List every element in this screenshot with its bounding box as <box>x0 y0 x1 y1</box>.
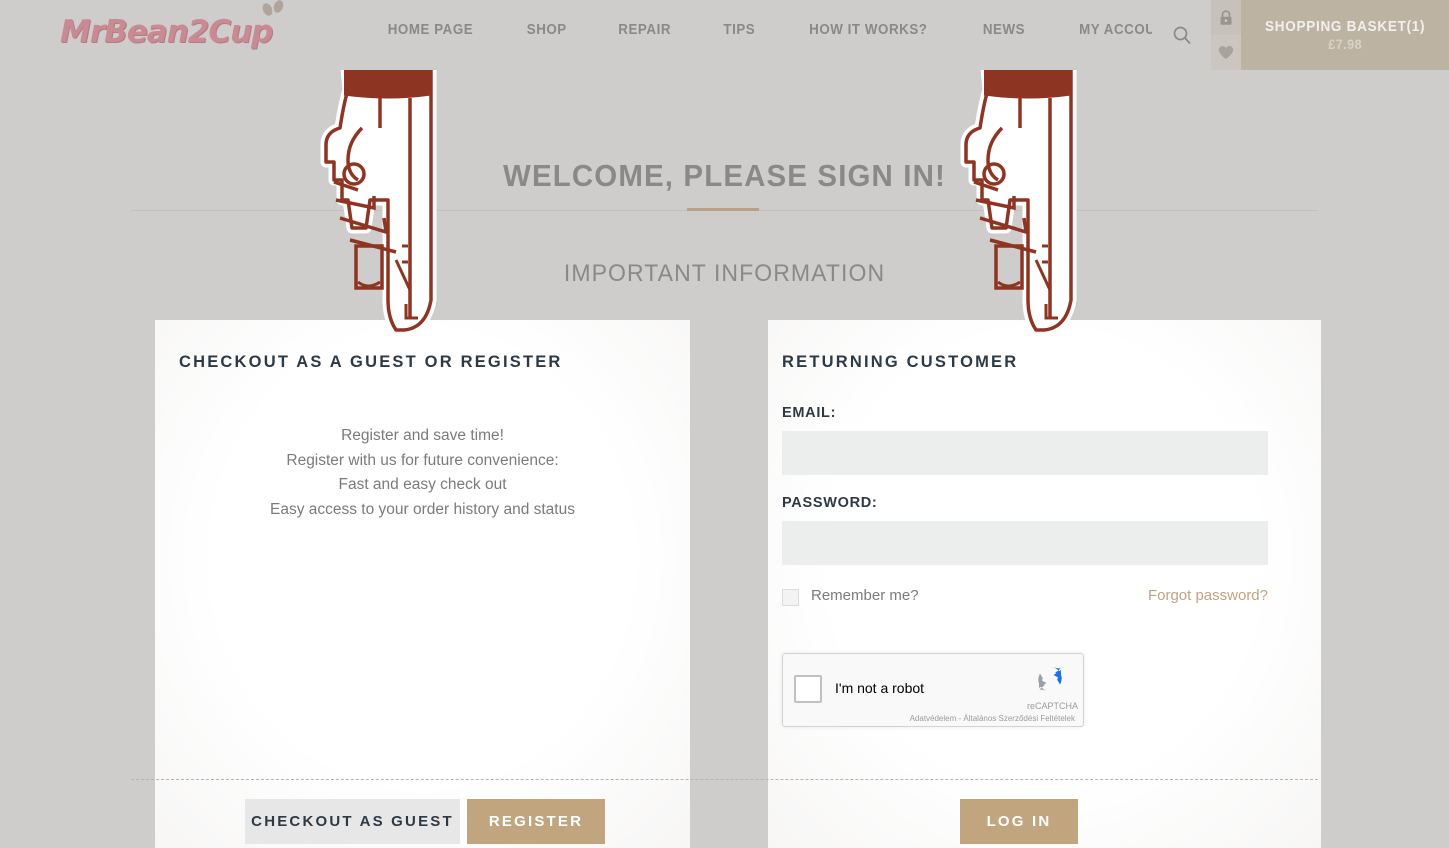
page-subtitle: IMPORTANT INFORMATION <box>563 260 886 287</box>
remember-me-label[interactable]: Remember me? <box>811 587 919 604</box>
recaptcha-widget[interactable]: I'm not a robot reCAPTCHA Adatvédelem - … <box>782 653 1084 727</box>
nav-item-repair[interactable]: REPAIR <box>597 22 694 38</box>
search-button[interactable] <box>1152 0 1211 70</box>
nav-item-home-page[interactable]: HOME PAGE <box>366 22 496 38</box>
decorative-coffee-machine-left <box>318 50 442 340</box>
returning-customer-panel: RETURNING CUSTOMER EMAIL: PASSWORD: Reme… <box>768 320 1321 848</box>
checkout-as-guest-button[interactable]: CHECKOUT AS GUEST <box>245 799 460 844</box>
guest-copy-line-4: Easy access to your order history and st… <box>270 501 575 519</box>
coffee-bean-icon <box>272 0 285 15</box>
page-title: WELCOME, PLEASE SIGN IN! <box>503 158 946 193</box>
wishlist-button[interactable] <box>1211 35 1241 70</box>
guest-copy-line-3: Fast and easy check out <box>338 476 507 494</box>
login-lock-button[interactable] <box>1211 0 1241 35</box>
lock-icon <box>1220 9 1232 25</box>
recaptcha-logo: reCAPTCHA <box>1027 663 1079 711</box>
site-header: MrBean2Cup HOME PAGE SHOP REPAIR TIPS HO… <box>0 0 1449 70</box>
email-label: EMAIL: <box>782 405 837 421</box>
remember-me-checkbox[interactable] <box>782 589 799 606</box>
title-accent-underline <box>687 208 759 211</box>
heart-icon <box>1218 46 1234 59</box>
search-icon <box>1173 26 1191 45</box>
recaptcha-icon <box>1038 667 1062 691</box>
guest-copy-line-2: Register with us for future convenience: <box>286 451 559 469</box>
nav-item-news[interactable]: NEWS <box>961 22 1047 38</box>
guest-panel-heading: CHECKOUT AS A GUEST OR REGISTER <box>179 353 563 371</box>
decorative-coffee-machine-right <box>958 50 1082 340</box>
nav-item-tips[interactable]: TIPS <box>701 22 777 38</box>
remember-me-row: Remember me? Forgot password? <box>782 587 1268 609</box>
forgot-password-link[interactable]: Forgot password? <box>1148 587 1268 604</box>
recaptcha-checkbox[interactable] <box>794 675 822 703</box>
nav-item-how-it-works[interactable]: HOW IT WORKS? <box>787 22 949 38</box>
footer-divider <box>131 779 1318 780</box>
email-input[interactable] <box>782 431 1268 475</box>
nav-item-shop[interactable]: SHOP <box>505 22 589 38</box>
recaptcha-brand: reCAPTCHA <box>1027 701 1079 711</box>
main-navigation: HOME PAGE SHOP REPAIR TIPS HOW IT WORKS?… <box>360 22 1202 38</box>
guest-panel-copy: Register and save time! Register with us… <box>155 424 690 523</box>
basket-total: £7.98 <box>1328 36 1362 52</box>
recaptcha-terms[interactable]: Adatvédelem - Általános Szerződési Felté… <box>910 714 1075 723</box>
basket-label: SHOPPING BASKET(1) <box>1264 18 1426 35</box>
login-panel-heading: RETURNING CUSTOMER <box>782 353 1019 371</box>
header-icon-column <box>1211 0 1241 70</box>
logo-text: MrBean2Cup <box>60 14 273 50</box>
password-input[interactable] <box>782 521 1268 565</box>
password-label: PASSWORD: <box>782 495 878 511</box>
register-button[interactable]: REGISTER <box>467 799 605 844</box>
login-button[interactable]: LOG IN <box>960 799 1078 844</box>
guest-copy-line-1: Register and save time! <box>341 427 504 444</box>
shopping-basket-button[interactable]: SHOPPING BASKET(1) £7.98 <box>1241 0 1449 70</box>
site-logo[interactable]: MrBean2Cup <box>60 0 285 50</box>
guest-checkout-panel: CHECKOUT AS A GUEST OR REGISTER Register… <box>155 320 690 848</box>
recaptcha-label: I'm not a robot <box>835 680 925 696</box>
